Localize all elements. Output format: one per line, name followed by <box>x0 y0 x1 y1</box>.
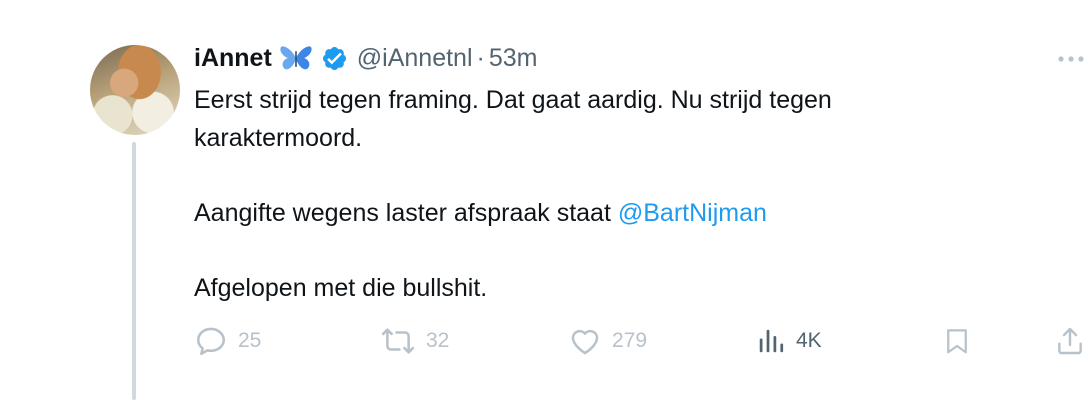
retweet-button[interactable]: 32 <box>380 320 449 362</box>
bookmark-button[interactable] <box>942 320 972 362</box>
retweet-icon <box>381 328 415 354</box>
more-options-icon[interactable] <box>1056 52 1086 64</box>
tweet-text-line: Aangifte wegens laster afspraak staat @B… <box>194 195 1054 233</box>
butterfly-icon <box>279 44 313 72</box>
separator-dot: · <box>476 43 485 72</box>
like-count: 279 <box>612 329 648 352</box>
share-icon <box>1058 327 1082 355</box>
reply-icon <box>196 327 226 356</box>
tweet-header: iAnnet @iAnnetnl · 53m <box>194 40 537 76</box>
action-bar: 25 32 279 4K <box>194 320 1090 362</box>
retweet-count: 32 <box>426 329 450 352</box>
like-button[interactable]: 279 <box>568 320 647 362</box>
avatar[interactable] <box>90 45 180 135</box>
views-chart-icon <box>759 329 784 353</box>
tweet-text-line: Afgelopen met die bullshit. <box>194 273 488 302</box>
thread-line <box>132 142 136 400</box>
reply-button[interactable]: 25 <box>194 320 261 362</box>
views-count: 4K <box>796 329 822 352</box>
tweet-text: Eerst strijd tegen framing. Dat gaat aar… <box>194 82 1054 307</box>
views-button[interactable]: 4K <box>756 320 822 362</box>
author-name[interactable]: iAnnet <box>194 44 272 73</box>
mention-link[interactable]: @BartNijman <box>618 199 767 227</box>
tweet-text-line: karaktermoord. <box>194 123 363 152</box>
verified-badge-icon[interactable] <box>321 45 348 72</box>
bookmark-icon <box>947 329 967 354</box>
reply-count: 25 <box>238 329 262 352</box>
tweet-text-segment: Aangifte wegens laster afspraak staat <box>194 198 618 227</box>
timestamp[interactable]: 53m <box>489 44 538 73</box>
author-handle[interactable]: @iAnnetnl <box>357 44 473 73</box>
tweet-text-line: Eerst strijd tegen framing. Dat gaat aar… <box>194 86 832 114</box>
heart-icon <box>571 329 599 355</box>
share-button[interactable] <box>1054 320 1086 362</box>
